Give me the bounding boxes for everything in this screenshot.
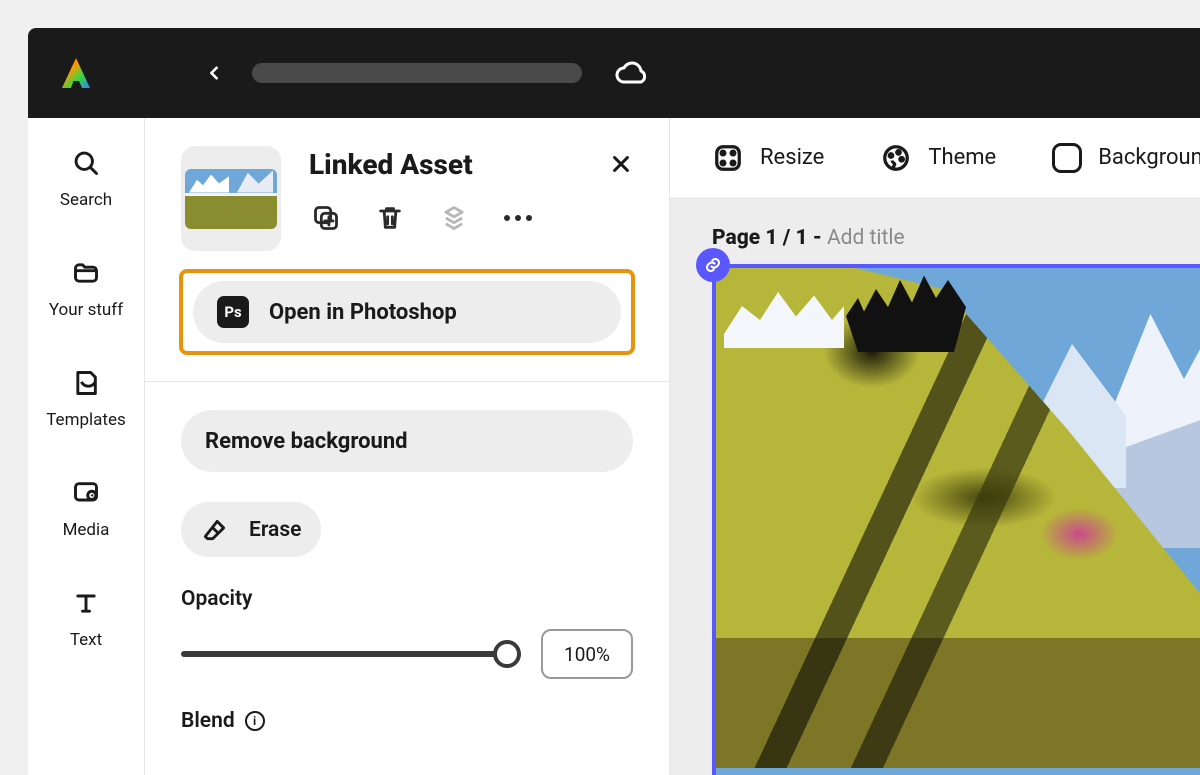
nav-your-stuff-label: Your stuff [49,300,123,320]
open-in-photoshop-button[interactable]: Ps Open in Photoshop [193,281,621,343]
slider-thumb[interactable] [493,640,521,668]
canvas-area: Resize Theme Background Page 1 / 1 - Add… [670,118,1200,775]
ellipsis-icon [504,215,532,221]
canvas-wrap: Page 1 / 1 - Add title [670,198,1200,775]
close-panel-button[interactable] [607,150,635,178]
nav-text-label: Text [70,630,102,650]
add-title-placeholder[interactable]: Add title [827,226,905,250]
cloud-sync-icon[interactable] [614,58,648,88]
top-bar [28,28,1200,118]
nav-search-label: Search [60,190,112,210]
resize-icon [712,142,744,174]
opacity-value-input[interactable]: 100% [541,629,633,679]
artboard[interactable] [712,264,1200,775]
resize-tool[interactable]: Resize [712,142,824,174]
background-icon [1052,143,1082,173]
asset-thumbnail[interactable] [181,146,281,251]
document-title-placeholder[interactable] [252,63,582,83]
erase-icon [201,516,229,544]
nav-your-stuff[interactable]: Your stuff [49,258,123,320]
templates-icon [71,368,101,398]
thumbnail-image [185,169,277,229]
back-button[interactable] [200,59,228,87]
nav-templates-label: Templates [46,410,126,430]
theme-label: Theme [928,145,996,170]
linked-asset-badge-icon[interactable] [696,248,730,282]
theme-tool[interactable]: Theme [880,142,996,174]
ungroup-button [439,203,469,233]
remove-background-label: Remove background [205,429,408,454]
background-tool[interactable]: Background [1052,143,1200,173]
media-icon [71,478,101,508]
nav-search[interactable]: Search [60,148,112,210]
more-options-button[interactable] [503,203,533,233]
canvas-toolbar: Resize Theme Background [670,118,1200,198]
adobe-express-logo-icon[interactable] [56,53,96,93]
app-window: Search Your stuff Templates Media [28,28,1200,775]
nav-media-label: Media [63,520,110,540]
artboard-container [712,264,1200,775]
delete-button[interactable] [375,203,405,233]
search-icon [71,148,101,178]
blend-label-text: Blend [181,709,235,733]
properties-panel: Linked Asset [145,118,670,775]
background-label: Background [1098,145,1200,170]
page-indicator[interactable]: Page 1 / 1 - Add title [712,226,1200,250]
slider-track [181,651,521,657]
panel-body: Remove background Erase Opacity [145,382,669,733]
remove-background-button[interactable]: Remove background [181,410,633,472]
text-icon [71,588,101,618]
nav-templates[interactable]: Templates [46,368,126,430]
photoshop-icon: Ps [217,296,249,328]
panel-header: Linked Asset [145,118,669,269]
open-photoshop-highlight: Ps Open in Photoshop [179,269,635,355]
opacity-slider[interactable] [181,639,521,669]
folder-icon [71,258,101,288]
erase-button[interactable]: Erase [181,502,321,557]
resize-label: Resize [760,145,824,170]
theme-icon [880,142,912,174]
page-number: Page 1 / 1 - [712,226,827,250]
panel-header-actions [309,203,639,233]
opacity-section: Opacity 100% [181,587,633,679]
nav-text[interactable]: Text [70,588,102,650]
info-icon[interactable]: i [245,711,265,731]
main-area: Search Your stuff Templates Media [28,118,1200,775]
opacity-label: Opacity [181,587,633,611]
left-nav: Search Your stuff Templates Media [28,118,145,775]
duplicate-button[interactable] [311,203,341,233]
blend-section-label: Blend i [181,709,633,733]
open-in-photoshop-label: Open in Photoshop [269,300,457,325]
nav-media[interactable]: Media [63,478,110,540]
panel-title: Linked Asset [309,148,639,181]
erase-label: Erase [249,518,301,542]
